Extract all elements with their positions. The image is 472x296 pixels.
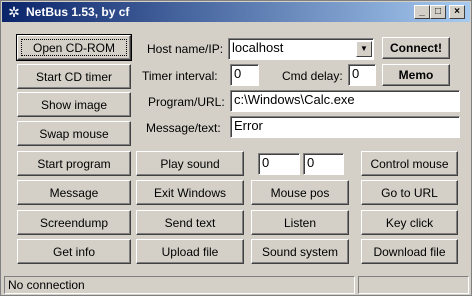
close-button[interactable]: × (449, 5, 465, 19)
title-bar[interactable]: ✲ NetBus 1.53, by cf _ □ × (2, 2, 470, 22)
program-url-label: Program/URL: (148, 95, 225, 109)
download-file-button[interactable]: Download file (361, 239, 458, 264)
message-button[interactable]: Message (17, 180, 131, 205)
chevron-down-icon: ▼ (360, 44, 368, 53)
message-text-input[interactable]: Error (230, 116, 460, 138)
key-click-button[interactable]: Key click (361, 210, 458, 235)
open-cd-rom-button[interactable]: Open CD-ROM (16, 34, 132, 61)
listen-button[interactable]: Listen (251, 210, 349, 235)
send-text-button[interactable]: Send text (136, 210, 244, 235)
sound-system-button[interactable]: Sound system (251, 239, 349, 264)
mouse-pos-button[interactable]: Mouse pos (251, 180, 349, 205)
status-text: No connection (4, 276, 355, 294)
netbus-icon[interactable]: ✲ (6, 4, 22, 20)
host-input[interactable]: localhost (228, 38, 374, 60)
show-image-button[interactable]: Show image (17, 92, 131, 117)
cmd-delay-label: Cmd delay: (282, 69, 343, 83)
minimize-button[interactable]: _ (414, 5, 430, 19)
upload-file-button[interactable]: Upload file (136, 239, 244, 264)
play-sound-button[interactable]: Play sound (136, 151, 244, 176)
program-url-input[interactable]: c:\Windows\Calc.exe (230, 90, 460, 112)
exit-windows-button[interactable]: Exit Windows (136, 180, 244, 205)
go-to-url-button[interactable]: Go to URL (361, 180, 458, 205)
volume-field-2[interactable]: 0 (303, 153, 344, 175)
window-title: NetBus 1.53, by cf (26, 5, 130, 19)
get-info-button[interactable]: Get info (17, 239, 131, 264)
host-dropdown-button[interactable]: ▼ (356, 41, 372, 57)
status-panel-right (358, 276, 469, 294)
timer-interval-label: Timer interval: (142, 69, 218, 83)
start-program-button[interactable]: Start program (17, 151, 131, 176)
memo-button[interactable]: Memo (382, 64, 450, 86)
maximize-button[interactable]: □ (430, 5, 446, 19)
message-text-label: Message/text: (146, 121, 221, 135)
timer-interval-input[interactable]: 0 (230, 64, 259, 86)
connect-button[interactable]: Connect! (382, 37, 450, 59)
volume-field-1[interactable]: 0 (258, 153, 300, 175)
start-cd-timer-button[interactable]: Start CD timer (17, 64, 131, 89)
control-mouse-button[interactable]: Control mouse (361, 151, 458, 176)
swap-mouse-button[interactable]: Swap mouse (17, 121, 131, 146)
host-label: Host name/IP: (147, 42, 224, 56)
screendump-button[interactable]: Screendump (17, 210, 131, 235)
cmd-delay-input[interactable]: 0 (348, 64, 376, 86)
netbus-window: ✲ NetBus 1.53, by cf _ □ × Open CD-ROM S… (0, 0, 472, 296)
